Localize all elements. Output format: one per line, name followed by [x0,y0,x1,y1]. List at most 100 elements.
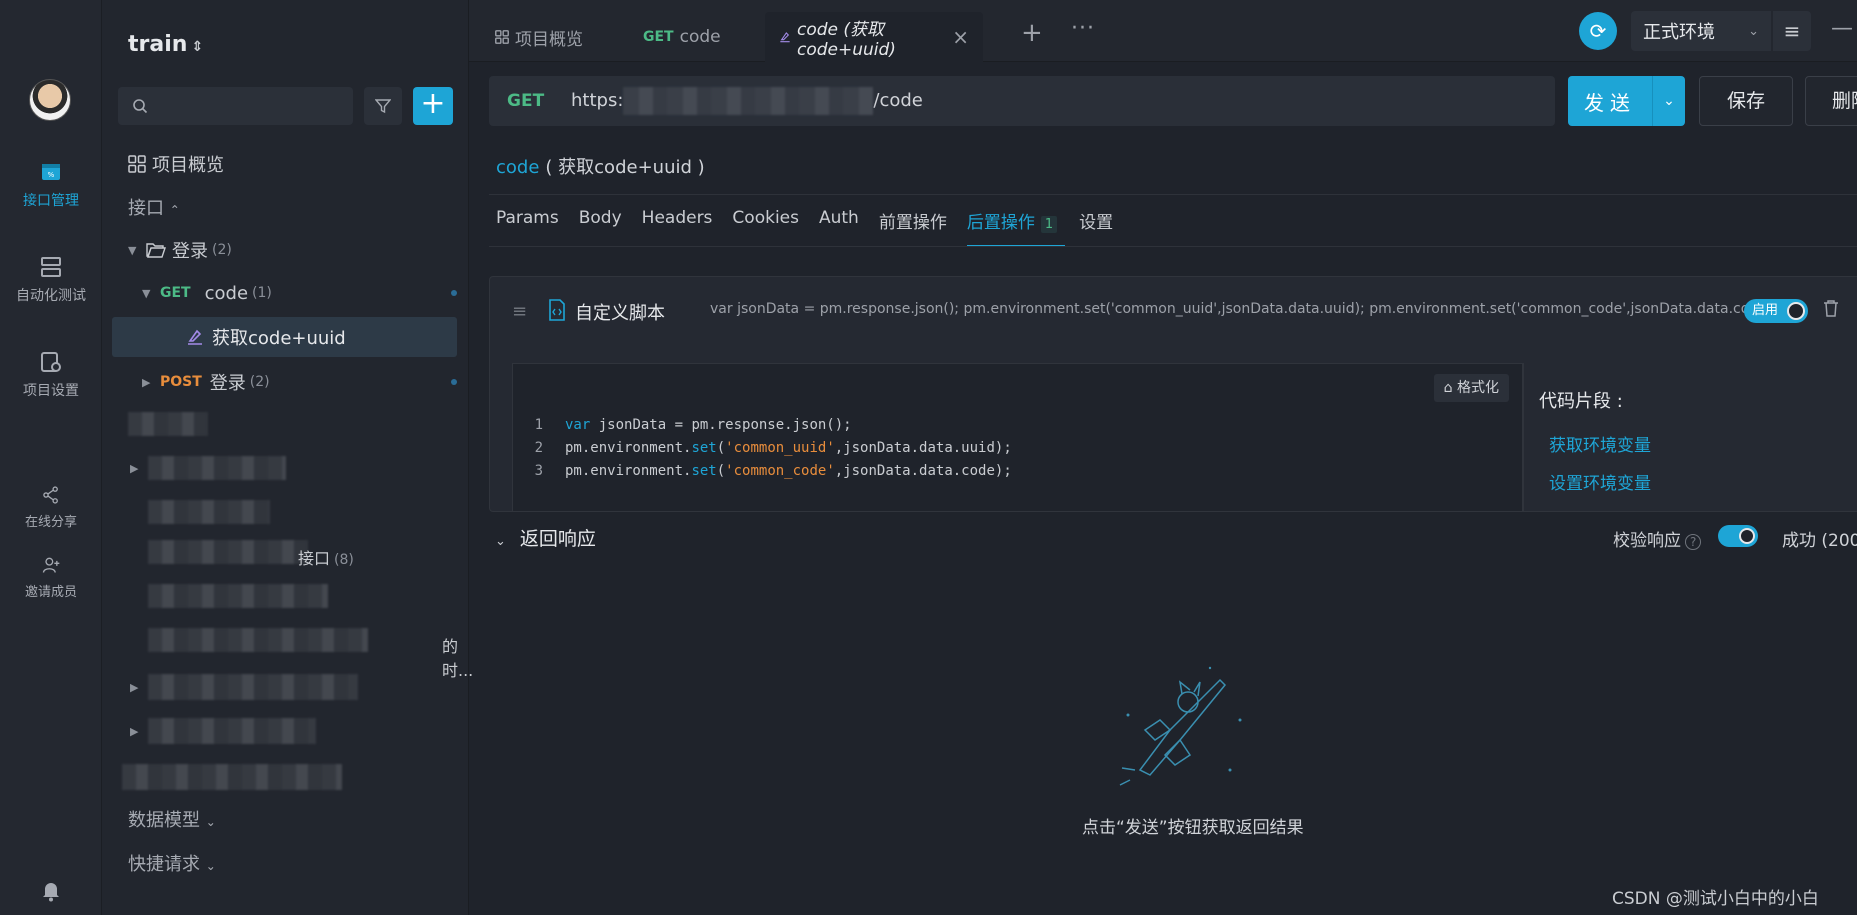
count-badge: 1 [1040,216,1058,233]
blurred-item[interactable] [148,540,308,564]
add-tab-icon[interactable]: + [1021,18,1043,48]
tab-pre-processors[interactable]: 前置操作 [879,208,947,247]
rail-label: 接口管理 [23,193,79,209]
tab-auth[interactable]: Auth [819,208,859,247]
tree-case-get-code-uuid[interactable]: 获取code+uuid [112,317,457,357]
test-case-icon [780,32,790,43]
tab-label: code [679,27,721,47]
tree-api-get-code[interactable]: ▼ GET code (1) [102,273,469,313]
code-text: ( [716,463,726,479]
script-file-icon [549,299,565,321]
caret-right-icon: ▶ [130,462,139,475]
tab-settings[interactable]: 设置 [1079,208,1113,247]
rail-item-invite[interactable]: 邀请成员 [0,555,102,600]
tab-body[interactable]: Body [579,208,622,247]
delete-button[interactable]: 删除 [1805,76,1857,126]
tab-cookies[interactable]: Cookies [732,208,799,247]
snippet-set-env-var[interactable]: 设置环境变量 [1549,469,1651,494]
response-toggle[interactable]: ⌄ 返回响应 [495,524,596,551]
blurred-item[interactable] [122,764,342,790]
environment-menu-button[interactable]: ≡ [1773,11,1811,51]
chevron-down-icon[interactable]: ⌄ [1652,76,1685,126]
tab-label: code (获取code+uuid) [796,19,896,60]
blurred-item[interactable] [148,674,358,700]
blurred-item[interactable] [148,628,368,652]
enable-toggle[interactable]: 启用 [1744,299,1808,323]
help-icon[interactable]: ? [1685,534,1702,550]
tab-post-processors[interactable]: 后置操作 1 [966,208,1066,247]
sidebar-item-label: 项目概览 [152,155,224,176]
section-label: 数据模型 [128,810,200,831]
blurred-item[interactable] [148,500,270,524]
automation-icon [41,257,61,277]
notification-bell-icon[interactable] [41,880,61,902]
rail-item-share[interactable]: 在线分享 [0,485,102,530]
minimize-icon[interactable]: — [1831,16,1853,41]
url-input[interactable]: https: /code [571,87,923,115]
snippet-get-env-var[interactable]: 获取环境变量 [1549,431,1651,456]
chevron-down-icon: ⌄ [205,859,216,873]
section-label: 接口 [128,198,164,219]
sidebar: train ⇕ + 项目概览 接口 ⌃ ▼ 登录 (2) ▼ GET code (… [102,0,473,915]
chevron-down-icon: ⌄ [205,815,216,829]
tree-count: (1) [252,285,272,301]
trash-icon[interactable] [1823,299,1839,317]
tab-headers[interactable]: Headers [642,208,713,247]
code-text: ,jsonData.data.uuid); [834,440,1012,456]
drag-handle-icon[interactable]: ≡ [512,301,527,322]
code-editor[interactable]: ⌂ 格式化 1 var jsonData = pm.response.json(… [512,363,1524,511]
tree-label: 登录 [172,241,208,262]
svg-text:%: % [48,171,55,179]
more-icon[interactable]: ··· [1071,16,1095,41]
code-string: 'common_code' [725,463,835,479]
rail-item-api-management[interactable]: % 接口管理 [0,160,102,210]
tab-get-code[interactable]: GET code [629,12,735,62]
format-label: 格式化 [1457,380,1499,396]
sync-button[interactable]: ⟳ [1579,12,1617,50]
tab-bar: 项目概览 GET code code (获取code+uuid) × + ···… [469,0,1857,62]
rail-label: 在线分享 [24,515,77,530]
send-button[interactable]: 发送 ⌄ [1568,76,1685,126]
expected-status[interactable]: 成功 (200) [1782,526,1857,551]
tree-folder-login[interactable]: ▼ 登录 (2) [102,230,469,270]
format-button[interactable]: ⌂ 格式化 [1433,374,1509,402]
rail-item-automation[interactable]: 自动化测试 [0,255,102,305]
blurred-item[interactable] [128,412,208,436]
close-icon[interactable]: × [952,25,969,49]
rail-item-project-settings[interactable]: 项目设置 [0,350,102,400]
url-bar[interactable]: GET https: /code [489,76,1555,126]
api-name-link[interactable]: code [496,157,539,178]
section-api-toggle[interactable]: 接口 ⌃ [128,194,180,220]
filter-button[interactable] [364,87,402,125]
environment-select[interactable]: 正式环境 ⌄ [1631,11,1771,51]
sidebar-item-overview[interactable]: 项目概览 [102,144,469,184]
code-keyword: var [565,417,591,433]
caret-down-icon: ▼ [142,286,151,300]
tree-api-post-login[interactable]: ▶ POST 登录 (2) [102,362,469,402]
section-data-models-toggle[interactable]: 数据模型 ⌄ [128,806,216,832]
tree-label: code [204,282,249,304]
code-function: set [691,440,717,456]
card-header: ≡ 自定义脚本 var jsonData = pm.response.json(… [490,277,1857,343]
line-number: 1 [534,417,543,433]
add-button[interactable]: + [413,87,453,125]
save-button[interactable]: 保存 [1699,76,1793,126]
chevron-down-icon: ⌄ [1748,23,1759,39]
tab-params[interactable]: Params [496,208,559,247]
project-switcher[interactable]: train ⇕ [128,32,203,57]
avatar[interactable] [29,79,71,121]
tab-code-case[interactable]: code (获取code+uuid) × [765,12,983,62]
blurred-item[interactable] [148,718,316,744]
caret-down-icon: ▼ [128,243,137,257]
verify-response-toggle[interactable] [1718,525,1758,547]
grid-icon [495,30,509,44]
section-quick-request-toggle[interactable]: 快捷请求 ⌄ [128,850,216,876]
blurred-item[interactable] [148,456,286,480]
blurred-item[interactable] [148,584,328,608]
tree-count: (2) [212,242,232,258]
search-input[interactable] [118,87,353,125]
tab-project-overview[interactable]: 项目概览 [481,12,597,62]
method-select[interactable]: GET [507,91,571,111]
search-icon [133,99,148,114]
divider [489,194,1857,195]
